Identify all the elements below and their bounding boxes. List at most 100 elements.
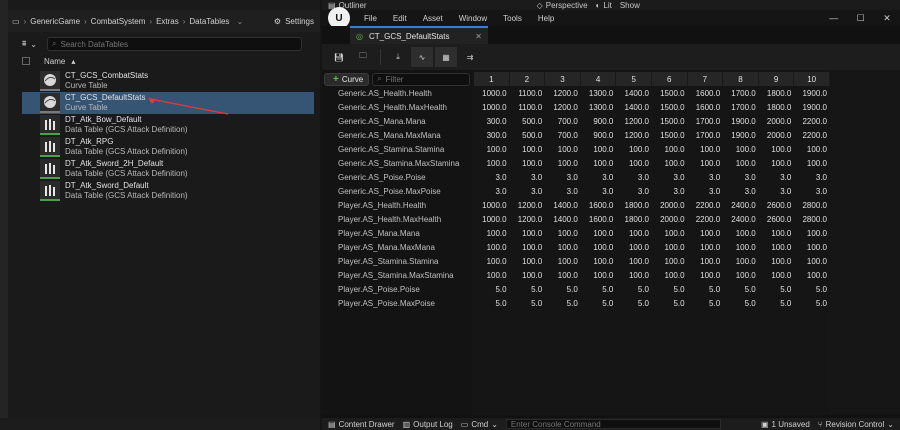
table-cell[interactable]: 100.0 — [581, 255, 617, 269]
table-cell[interactable]: 100.0 — [794, 143, 830, 157]
table-cell[interactable]: 100.0 — [688, 255, 724, 269]
table-cell[interactable]: 5.0 — [545, 297, 581, 311]
add-curve-button[interactable]: + Curve — [324, 72, 370, 86]
table-cell[interactable]: 100.0 — [688, 227, 724, 241]
table-cell[interactable]: 5.0 — [794, 283, 830, 297]
table-cell[interactable]: 5.0 — [581, 283, 617, 297]
table-cell[interactable]: 1000.0 — [474, 213, 510, 227]
reimport-button[interactable]: ⤓ — [387, 47, 409, 67]
table-cell[interactable]: 3.0 — [794, 171, 830, 185]
table-cell[interactable]: 100.0 — [794, 227, 830, 241]
row-name[interactable]: Player.AS_Health.Health — [322, 199, 472, 213]
table-cell[interactable]: 1800.0 — [759, 101, 795, 115]
table-cell[interactable]: 100.0 — [794, 157, 830, 171]
close-tab-icon[interactable]: ✕ — [475, 32, 488, 41]
table-cell[interactable]: 1700.0 — [688, 129, 724, 143]
table-cell[interactable]: 100.0 — [794, 269, 830, 283]
table-cell[interactable]: 5.0 — [474, 297, 510, 311]
row-name[interactable]: Player.AS_Stamina.MaxStamina — [322, 269, 472, 283]
column-header[interactable]: 10 — [794, 72, 830, 86]
row-name[interactable]: Generic.AS_Mana.Mana — [322, 115, 472, 129]
table-row[interactable]: Player.AS_Mana.Mana 100.0 100.0 100.0 100.0 1… — [322, 227, 830, 241]
table-cell[interactable]: 100.0 — [688, 241, 724, 255]
table-cell[interactable]: 5.0 — [723, 297, 759, 311]
table-cell[interactable]: 100.0 — [723, 157, 759, 171]
table-cell[interactable]: 1600.0 — [581, 199, 617, 213]
append-button[interactable]: ⇉ — [459, 47, 481, 67]
table-cell[interactable]: 1900.0 — [794, 101, 830, 115]
table-cell[interactable]: 1400.0 — [616, 87, 652, 101]
revision-control-button[interactable]: ⑂ Revision Control ⌄ — [818, 420, 900, 429]
table-cell[interactable]: 500.0 — [510, 115, 546, 129]
table-cell[interactable]: 5.0 — [794, 297, 830, 311]
minimize-icon[interactable]: — — [829, 13, 838, 23]
table-cell[interactable]: 100.0 — [616, 227, 652, 241]
table-cell[interactable]: 100.0 — [616, 157, 652, 171]
table-cell[interactable]: 1400.0 — [545, 213, 581, 227]
folder-icon[interactable]: ▭ — [8, 17, 23, 26]
menu-edit[interactable]: Edit — [385, 14, 415, 23]
table-cell[interactable]: 3.0 — [688, 185, 724, 199]
table-cell[interactable]: 100.0 — [759, 269, 795, 283]
table-cell[interactable]: 1200.0 — [545, 101, 581, 115]
table-cell[interactable]: 3.0 — [759, 171, 795, 185]
table-cell[interactable]: 2200.0 — [794, 129, 830, 143]
table-cell[interactable]: 5.0 — [759, 283, 795, 297]
row-name[interactable]: Generic.AS_Stamina.MaxStamina — [322, 157, 472, 171]
table-cell[interactable]: 1000.0 — [474, 87, 510, 101]
table-cell[interactable]: 100.0 — [510, 255, 546, 269]
table-cell[interactable]: 2000.0 — [759, 129, 795, 143]
row-name[interactable]: Generic.AS_Poise.Poise — [322, 171, 472, 185]
table-cell[interactable]: 2600.0 — [759, 199, 795, 213]
table-cell[interactable]: 3.0 — [652, 185, 688, 199]
table-cell[interactable]: 2600.0 — [759, 213, 795, 227]
table-cell[interactable]: 100.0 — [474, 241, 510, 255]
table-cell[interactable]: 1800.0 — [759, 87, 795, 101]
row-name[interactable]: Player.AS_Poise.MaxPoise — [322, 297, 472, 311]
table-cell[interactable]: 2000.0 — [759, 115, 795, 129]
table-cell[interactable]: 300.0 — [474, 129, 510, 143]
table-cell[interactable]: 1500.0 — [652, 87, 688, 101]
table-row[interactable]: Generic.AS_Mana.MaxMana 300.0 500.0 700.0 90… — [322, 129, 830, 143]
chevron-down-icon[interactable]: ⌄ — [232, 17, 244, 26]
menu-tools[interactable]: Tools — [495, 14, 530, 23]
table-row[interactable]: Generic.AS_Stamina.MaxStamina 100.0 100.0 1… — [322, 157, 830, 171]
table-cell[interactable]: 5.0 — [510, 297, 546, 311]
table-cell[interactable]: 1800.0 — [616, 199, 652, 213]
table-cell[interactable]: 1400.0 — [616, 101, 652, 115]
table-cell[interactable]: 3.0 — [510, 171, 546, 185]
table-cell[interactable]: 100.0 — [652, 241, 688, 255]
table-cell[interactable]: 100.0 — [652, 143, 688, 157]
table-cell[interactable]: 1700.0 — [723, 101, 759, 115]
table-cell[interactable]: 100.0 — [652, 157, 688, 171]
table-cell[interactable]: 100.0 — [545, 143, 581, 157]
row-name[interactable]: Generic.AS_Mana.MaxMana — [322, 129, 472, 143]
table-cell[interactable]: 5.0 — [723, 283, 759, 297]
table-cell[interactable]: 1400.0 — [545, 199, 581, 213]
table-cell[interactable]: 100.0 — [545, 241, 581, 255]
table-cell[interactable]: 5.0 — [616, 297, 652, 311]
table-cell[interactable]: 2400.0 — [723, 213, 759, 227]
table-cell[interactable]: 100.0 — [474, 157, 510, 171]
table-row[interactable]: Player.AS_Health.MaxHealth 1000.0 1200.0 14… — [322, 213, 830, 227]
table-cell[interactable]: 1200.0 — [510, 213, 546, 227]
menu-help[interactable]: Help — [530, 14, 562, 23]
table-row[interactable]: Player.AS_Poise.Poise 5.0 5.0 5.0 5.0 5.0 5.0 5… — [322, 283, 830, 297]
table-cell[interactable]: 1100.0 — [510, 87, 546, 101]
browse-button[interactable]: 🗀︎ — [352, 47, 374, 67]
column-header[interactable]: 9 — [758, 72, 795, 86]
table-cell[interactable]: 5.0 — [474, 283, 510, 297]
table-cell[interactable]: 1200.0 — [510, 199, 546, 213]
breadcrumb-item[interactable]: DataTables — [186, 17, 232, 26]
asset-item[interactable]: DT_Atk_Sword_2H_Default Data Table (GCS A… — [22, 158, 314, 180]
table-cell[interactable]: 2200.0 — [688, 199, 724, 213]
table-cell[interactable]: 1200.0 — [616, 115, 652, 129]
table-cell[interactable]: 1200.0 — [545, 87, 581, 101]
table-cell[interactable]: 1900.0 — [723, 129, 759, 143]
table-cell[interactable]: 1500.0 — [652, 101, 688, 115]
table-cell[interactable]: 5.0 — [652, 283, 688, 297]
table-cell[interactable]: 2000.0 — [652, 199, 688, 213]
table-cell[interactable]: 5.0 — [688, 283, 724, 297]
show-button[interactable]: Show — [620, 1, 640, 10]
table-cell[interactable]: 1100.0 — [510, 101, 546, 115]
